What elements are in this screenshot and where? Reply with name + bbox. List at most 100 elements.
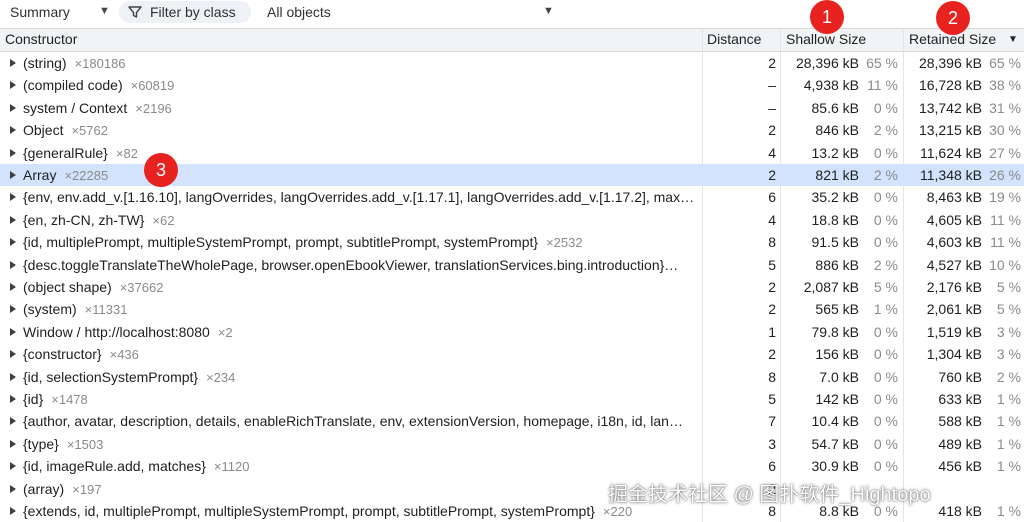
expand-arrow-icon[interactable]: [10, 215, 16, 224]
distance-value: 2: [768, 122, 776, 139]
shallow-size-value: 91.5 kB: [811, 234, 859, 251]
table-row[interactable]: (string) ×180186 2 28,396 kB 65 % 28,396 kB 65…: [0, 52, 1024, 74]
retained-size-value: 489 kB: [938, 435, 982, 452]
constructor-label: {en, zh-CN, zh-TW}: [23, 211, 145, 228]
retained-size-percent: 3 %: [996, 346, 1021, 363]
objects-select-caret-icon[interactable]: ▼: [543, 5, 554, 17]
constructor-label: Window / http://localhost:8080: [23, 323, 210, 340]
shallow-size-value: 85.6 kB: [811, 99, 859, 116]
constructor-name: system / Context ×2196: [23, 100, 699, 116]
distance-value: 5: [768, 256, 776, 273]
constructor-label: Array: [23, 167, 57, 183]
sort-descending-icon[interactable]: ▼: [1008, 34, 1018, 45]
constructor-name: (compiled code) ×60819: [23, 77, 699, 93]
expand-arrow-icon[interactable]: [10, 193, 16, 202]
retained-size-value: 1,519 kB: [926, 323, 982, 340]
expand-arrow-icon[interactable]: [10, 238, 16, 247]
table-row[interactable]: Window / http://localhost:8080 ×2 1 79.8 kB…: [0, 321, 1024, 343]
distance-value: 2: [768, 167, 776, 183]
expand-arrow-icon[interactable]: [10, 171, 16, 179]
column-header-distance[interactable]: Distance: [707, 31, 761, 47]
retained-size-percent: 31 %: [989, 99, 1021, 116]
constructor-name: {id} ×1478: [23, 391, 699, 407]
table-row[interactable]: {author, avatar, description, details, e…: [0, 410, 1024, 432]
shallow-size-percent: 0 %: [873, 346, 898, 363]
instance-count: ×436: [109, 347, 139, 363]
expand-arrow-icon[interactable]: [10, 148, 16, 157]
table-row[interactable]: system / Context ×2196 – 85.6 kB 0 % 13,742 k…: [0, 97, 1024, 119]
table-row[interactable]: (object shape) ×37662 2 2,087 kB 5 % 2,176 kB…: [0, 276, 1024, 298]
shallow-size-value: 7.0 kB: [819, 368, 859, 385]
retained-size-value: 13,742 kB: [918, 99, 982, 116]
table-row[interactable]: Object ×5762 2 846 kB 2 % 13,215 kB 30 %: [0, 119, 1024, 141]
table-row[interactable]: {id, imageRule.add, matches} ×1120 6 30.9 k…: [0, 455, 1024, 477]
table-row[interactable]: {desc.toggleTranslateTheWholePage, brows…: [0, 254, 1024, 276]
instance-count: ×1503: [66, 436, 104, 452]
retained-size-percent: 27 %: [989, 144, 1021, 161]
table-row[interactable]: (system) ×11331 2 565 kB 1 % 2,061 kB 5 %: [0, 298, 1024, 320]
expand-arrow-icon[interactable]: [10, 103, 16, 112]
expand-arrow-icon[interactable]: [10, 260, 16, 269]
table-row[interactable]: {id, selectionSystemPrompt} ×234 8 7.0 kB 0 …: [0, 366, 1024, 388]
expand-arrow-icon[interactable]: [10, 283, 16, 291]
distance-value: 7: [768, 413, 776, 430]
constructor-label: (compiled code): [23, 77, 123, 94]
retained-size-value: 11,624 kB: [919, 144, 982, 161]
expand-arrow-icon[interactable]: [10, 126, 16, 135]
table-row[interactable]: {id} ×1478 5 142 kB 0 % 633 kB 1 %: [0, 388, 1024, 410]
expand-arrow-icon[interactable]: [10, 327, 16, 336]
expand-arrow-icon[interactable]: [10, 305, 16, 314]
expand-arrow-icon[interactable]: [10, 395, 16, 403]
expand-arrow-icon[interactable]: [10, 462, 16, 471]
instance-count: ×2196: [135, 100, 172, 116]
constructor-label: {desc.toggleTranslateTheWholePage, brows…: [23, 256, 679, 273]
class-filter-input[interactable]: Filter by class: [119, 1, 251, 23]
distance-value: 2: [768, 301, 776, 318]
constructor-name: Window / http://localhost:8080 ×2: [23, 324, 699, 340]
table-row[interactable]: (compiled code) ×60819 – 4,938 kB 11 % 16,728…: [0, 74, 1024, 96]
expand-arrow-icon[interactable]: [10, 59, 16, 67]
retained-size-percent: 11 %: [990, 211, 1021, 228]
table-row[interactable]: {en, zh-CN, zh-TW} ×62 4 18.8 kB 0 % 4,605 kB…: [0, 209, 1024, 231]
retained-size-percent: 5 %: [996, 301, 1021, 318]
expand-arrow-icon[interactable]: [10, 507, 16, 515]
column-header-constructor[interactable]: Constructor: [5, 31, 77, 47]
constructor-name: {id, multiplePrompt, multipleSystemPromp…: [23, 234, 699, 250]
expand-arrow-icon[interactable]: [10, 484, 16, 493]
constructor-label: {author, avatar, description, details, e…: [23, 413, 683, 430]
shallow-size-value: 821 kB: [815, 167, 859, 183]
retained-size-value: 2,176 kB: [926, 279, 982, 295]
constructor-label: (object shape): [23, 279, 112, 295]
retained-size-percent: 11 %: [990, 234, 1021, 251]
view-select[interactable]: Summary: [10, 4, 70, 20]
shallow-size-percent: 1 %: [873, 301, 898, 318]
table-row[interactable]: {constructor} ×436 2 156 kB 0 % 1,304 kB 3 %: [0, 343, 1024, 365]
instance-count: ×197: [72, 481, 102, 497]
table-row[interactable]: {id, multiplePrompt, multipleSystemPromp…: [0, 231, 1024, 253]
shallow-size-value: 10.4 kB: [811, 413, 859, 430]
table-row[interactable]: {type} ×1503 3 54.7 kB 0 % 489 kB 1 %: [0, 433, 1024, 455]
retained-size-percent: 10 %: [989, 256, 1021, 273]
constructor-name: {id, imageRule.add, matches} ×1120: [23, 458, 699, 474]
objects-select[interactable]: All objects: [267, 4, 331, 20]
instance-count: ×234: [206, 369, 236, 385]
shallow-size-value: 18.8 kB: [811, 211, 859, 228]
expand-arrow-icon[interactable]: [10, 350, 16, 359]
distance-value: 5: [768, 391, 776, 407]
distance-value: 3: [768, 435, 776, 452]
shallow-size-value: 30.9 kB: [811, 458, 859, 475]
expand-arrow-icon[interactable]: [10, 417, 16, 426]
expand-arrow-icon[interactable]: [10, 81, 16, 90]
expand-arrow-icon[interactable]: [10, 439, 16, 448]
toolbar: Summary ▼ Filter by class All objects ▼: [0, 0, 1024, 26]
shallow-size-value: 2,087 kB: [803, 279, 859, 295]
shallow-size-value: 156 kB: [815, 346, 859, 363]
expand-arrow-icon[interactable]: [10, 372, 16, 381]
view-select-caret-icon[interactable]: ▼: [99, 5, 110, 17]
instance-count: ×2: [217, 324, 233, 340]
shallow-size-percent: 0 %: [873, 189, 898, 206]
shallow-size-percent: 2 %: [873, 167, 898, 183]
table-row[interactable]: {env, env.add_v.[1.16.10], langOverrides…: [0, 186, 1024, 208]
retained-size-percent: 65 %: [989, 55, 1021, 71]
constructor-name: Object ×5762: [23, 122, 699, 138]
